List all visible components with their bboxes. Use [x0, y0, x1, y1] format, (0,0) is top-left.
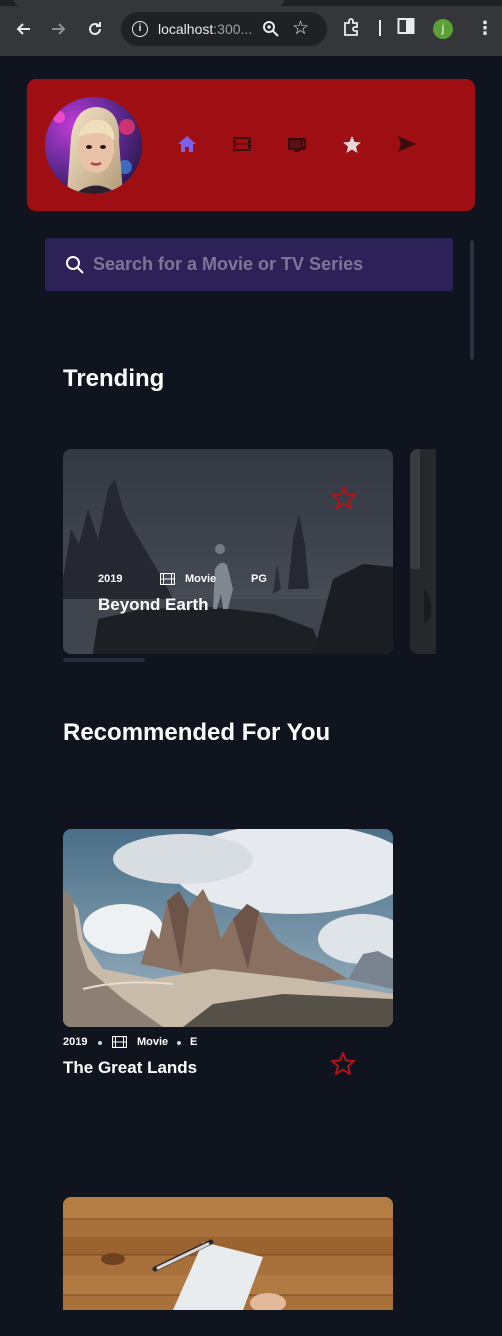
bookmark-star-icon[interactable]: ☆ — [292, 17, 309, 40]
trending-card[interactable] — [63, 449, 393, 654]
url-text[interactable]: localhost:300... — [158, 21, 252, 37]
tv-series-icon[interactable] — [287, 135, 309, 155]
extensions-icon[interactable] — [342, 17, 364, 39]
site-info-icon[interactable]: i — [132, 21, 148, 37]
bookmark-star-icon[interactable] — [331, 485, 357, 511]
movies-icon[interactable] — [232, 135, 254, 155]
carousel-scroll-indicator[interactable] — [63, 658, 145, 662]
search-bar — [45, 238, 453, 291]
trending-rating: PG — [251, 573, 267, 585]
active-tab[interactable] — [14, 0, 284, 6]
movie-category-icon — [160, 573, 175, 585]
trending-year: 2019 — [98, 573, 123, 585]
meta-separator — [98, 1041, 102, 1045]
recommended-card-image — [63, 829, 393, 1027]
url-host: localhost — [158, 21, 214, 37]
menu-kebab-icon[interactable]: ⋮ — [476, 18, 494, 39]
trending-card-next-image — [410, 449, 436, 654]
recommended-type: Movie — [137, 1036, 169, 1048]
recommended-title[interactable]: The Great Lands — [63, 1058, 197, 1078]
trending-heading: Trending — [63, 365, 165, 392]
forward-arrow-icon[interactable] — [48, 18, 70, 40]
meta-separator — [177, 1041, 181, 1045]
app-header — [27, 79, 475, 211]
recommended-rating: E — [190, 1036, 198, 1048]
home-icon[interactable] — [177, 135, 199, 155]
trending-card-next[interactable] — [410, 449, 436, 654]
search-input[interactable] — [93, 238, 433, 291]
recommended-card-next-image — [63, 1197, 393, 1310]
recommended-heading: Recommended For You — [63, 719, 331, 746]
send-icon[interactable] — [397, 135, 419, 155]
url-port: :300... — [213, 21, 253, 37]
recommended-card-next[interactable] — [63, 1197, 393, 1310]
browser-toolbar: i localhost:300... ☆ j ⋮ — [0, 0, 502, 56]
reload-icon[interactable] — [84, 18, 106, 40]
avatar[interactable] — [45, 97, 142, 194]
address-bar[interactable]: i localhost:300... ☆ — [121, 12, 327, 46]
side-panel-icon[interactable] — [397, 17, 419, 39]
bookmark-icon[interactable] — [342, 135, 364, 155]
toolbar-divider — [379, 20, 381, 36]
recommended-year: 2019 — [63, 1036, 88, 1048]
zoom-icon[interactable] — [262, 20, 280, 38]
profile-icon[interactable]: j — [433, 19, 453, 39]
trending-card-image — [63, 449, 393, 654]
search-icon — [65, 255, 85, 275]
recommended-card[interactable] — [63, 829, 393, 1027]
back-arrow-icon[interactable] — [12, 18, 34, 40]
movie-category-icon — [112, 1036, 127, 1048]
trending-type: Movie — [185, 573, 217, 585]
page-scrollbar[interactable] — [470, 240, 474, 360]
trending-title[interactable]: Beyond Earth — [98, 595, 209, 615]
bookmark-star-icon[interactable] — [330, 1051, 356, 1077]
